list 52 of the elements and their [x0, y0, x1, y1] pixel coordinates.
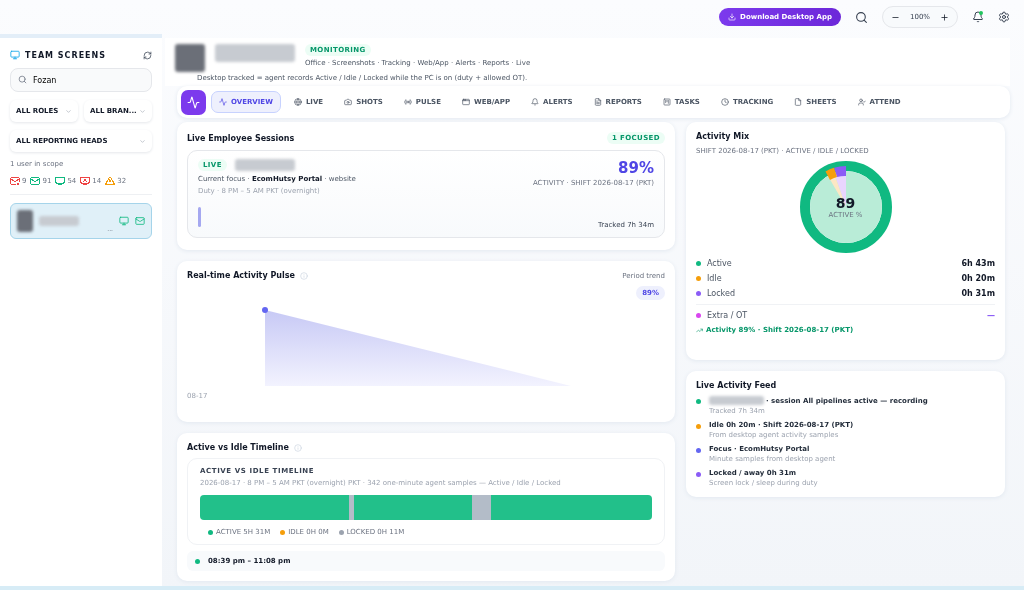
info-icon — [293, 443, 302, 452]
card-title: Real-time Activity Pulse — [187, 271, 295, 280]
sidebar-title: TEAM SCREENS — [25, 50, 107, 60]
value-dash: — — [987, 311, 995, 320]
card-title: Activity Mix — [696, 132, 751, 141]
chevron-down-icon — [139, 107, 146, 115]
notifications-icon[interactable] — [972, 11, 984, 23]
redacted-name — [39, 216, 79, 226]
redacted-name — [234, 159, 295, 171]
bell-icon — [531, 98, 539, 106]
pulse-logo — [181, 89, 206, 115]
monitor-icon — [10, 50, 20, 60]
clock-icon — [720, 98, 729, 106]
search-field[interactable]: Fozan — [10, 68, 152, 92]
chevron-down-icon — [139, 137, 146, 145]
camera-icon — [344, 98, 353, 106]
refresh-icon[interactable] — [143, 50, 152, 60]
board-icon — [662, 98, 671, 106]
activity-bar — [198, 207, 201, 227]
legend-label: Active — [707, 259, 732, 268]
plus-icon[interactable] — [940, 12, 949, 22]
info-icon — [299, 271, 308, 280]
card-title: Live Employee Sessions — [187, 133, 295, 143]
legend-value: 0h 31m — [961, 289, 995, 298]
legend-value: 6h 43m — [961, 259, 995, 268]
legend-value: 0h 20m — [961, 274, 995, 283]
window-icon — [461, 98, 470, 106]
settings-icon[interactable] — [998, 11, 1010, 23]
avatar-placeholder — [17, 210, 33, 232]
monitor-icon — [119, 216, 129, 226]
legend-label: Idle — [707, 274, 722, 283]
status-dot — [195, 558, 200, 564]
pulse-icon — [219, 98, 227, 106]
card-title: Active vs Idle Timeline — [187, 443, 289, 452]
card-title: Live Activity Feed — [696, 381, 778, 390]
avatar-placeholder — [175, 44, 205, 72]
donut-value: 89 — [835, 195, 856, 211]
broadcast-icon — [403, 98, 412, 106]
search-icon — [18, 75, 27, 84]
document-icon — [593, 98, 602, 106]
legend-label: Locked — [707, 289, 735, 298]
globe-icon — [293, 98, 302, 106]
trend-icon — [696, 326, 703, 334]
redacted-name — [709, 396, 764, 405]
legend-label: Extra / OT — [707, 311, 748, 320]
download-icon — [728, 13, 737, 21]
chevron-down-icon — [65, 107, 72, 115]
user-check-icon — [857, 98, 866, 106]
search-icon[interactable] — [855, 10, 868, 24]
file-icon — [794, 98, 803, 106]
mail-icon — [135, 216, 145, 226]
activity-percent: 89% — [618, 159, 654, 177]
